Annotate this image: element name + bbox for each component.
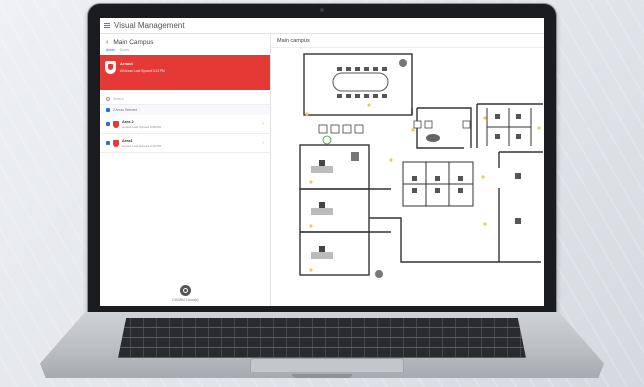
- wall: [498, 151, 543, 262]
- door-icon: [462, 120, 471, 129]
- disarm-button[interactable]: DISARM 2 Area(s): [100, 298, 271, 302]
- plant-icon: [399, 59, 407, 67]
- laptop-screen: Visual Management ‹ Main Campus Areas Do…: [100, 18, 544, 306]
- printer-icon: [351, 152, 359, 161]
- wall: [369, 217, 541, 263]
- chair: [319, 202, 325, 208]
- area-status: Armed, Last Synced 3:08 PM: [122, 124, 162, 129]
- campus-header: ‹ Main Campus: [100, 34, 270, 48]
- search-icon: [106, 97, 110, 101]
- shield-icon: [113, 139, 119, 147]
- door-icon: [413, 120, 422, 129]
- area-status: Armed, Last Synced 3:13 PM: [122, 143, 162, 148]
- app-title: Visual Management: [114, 21, 185, 30]
- search-box[interactable]: Search: [100, 90, 270, 105]
- menu-icon[interactable]: [104, 23, 110, 28]
- cubicle-wall: [486, 108, 532, 146]
- floor-plan[interactable]: [271, 48, 544, 306]
- back-arrow-icon[interactable]: ‹: [106, 39, 108, 46]
- lock-icon: [322, 135, 332, 145]
- armed-status-banner[interactable]: Armed All Areas: Last Synced 3:13 PM: [100, 55, 270, 90]
- desk: [311, 166, 333, 173]
- campus-title: Main Campus: [113, 39, 154, 46]
- list-item[interactable]: Area1 Armed, Last Synced 3:13 PM ›: [100, 134, 270, 153]
- keyboard: [118, 318, 526, 358]
- chevron-right-icon[interactable]: ›: [262, 140, 264, 146]
- cubicle-wall: [402, 161, 474, 207]
- search-input[interactable]: Search: [113, 97, 124, 101]
- door-icon: [330, 124, 340, 134]
- chair: [319, 246, 325, 252]
- wall: [369, 188, 391, 233]
- panel-tabs: Areas Doors: [100, 48, 270, 52]
- door-icon: [354, 124, 364, 134]
- area-name: Area1: [122, 138, 133, 143]
- desk: [311, 208, 333, 215]
- list-item[interactable]: Area 2 Armed, Last Synced 3:08 PM ›: [100, 115, 270, 134]
- selection-summary: 2 Areas Selected: [113, 108, 138, 112]
- touchpad: [250, 358, 404, 372]
- camera-icon: [426, 134, 440, 142]
- map-title: Main campus: [271, 34, 544, 48]
- conference-table: [332, 72, 389, 92]
- tab-areas[interactable]: Areas: [106, 48, 115, 52]
- disarm-icon[interactable]: [180, 285, 191, 296]
- disarm-section: DISARM 2 Area(s): [100, 285, 271, 302]
- chair: [319, 160, 325, 166]
- selection-summary-row[interactable]: 2 Areas Selected: [100, 105, 270, 115]
- laptop-notch: [292, 374, 352, 378]
- door-icon: [342, 124, 352, 134]
- banner-title: Armed: [120, 61, 133, 66]
- area-name: Area 2: [122, 119, 134, 124]
- chevron-right-icon[interactable]: ›: [262, 121, 264, 127]
- app-header: Visual Management: [100, 18, 544, 34]
- map-panel: Main campus: [271, 34, 544, 306]
- desk: [311, 252, 333, 259]
- checkbox-icon[interactable]: [106, 122, 110, 126]
- banner-subtitle: All Areas: Last Synced 3:13 PM: [120, 69, 165, 73]
- webcam: [320, 8, 324, 12]
- door-icon: [318, 124, 328, 134]
- checkbox-icon[interactable]: [106, 108, 110, 112]
- tab-doors[interactable]: Doors: [120, 48, 129, 52]
- checkbox-icon[interactable]: [106, 141, 110, 145]
- shield-icon: [113, 120, 119, 128]
- plant-icon: [375, 270, 383, 278]
- areas-panel: ‹ Main Campus Areas Doors Armed All Area…: [100, 34, 271, 306]
- laptop-lid: Visual Management ‹ Main Campus Areas Do…: [88, 4, 556, 314]
- door-icon: [424, 120, 433, 129]
- shield-icon: [105, 61, 116, 74]
